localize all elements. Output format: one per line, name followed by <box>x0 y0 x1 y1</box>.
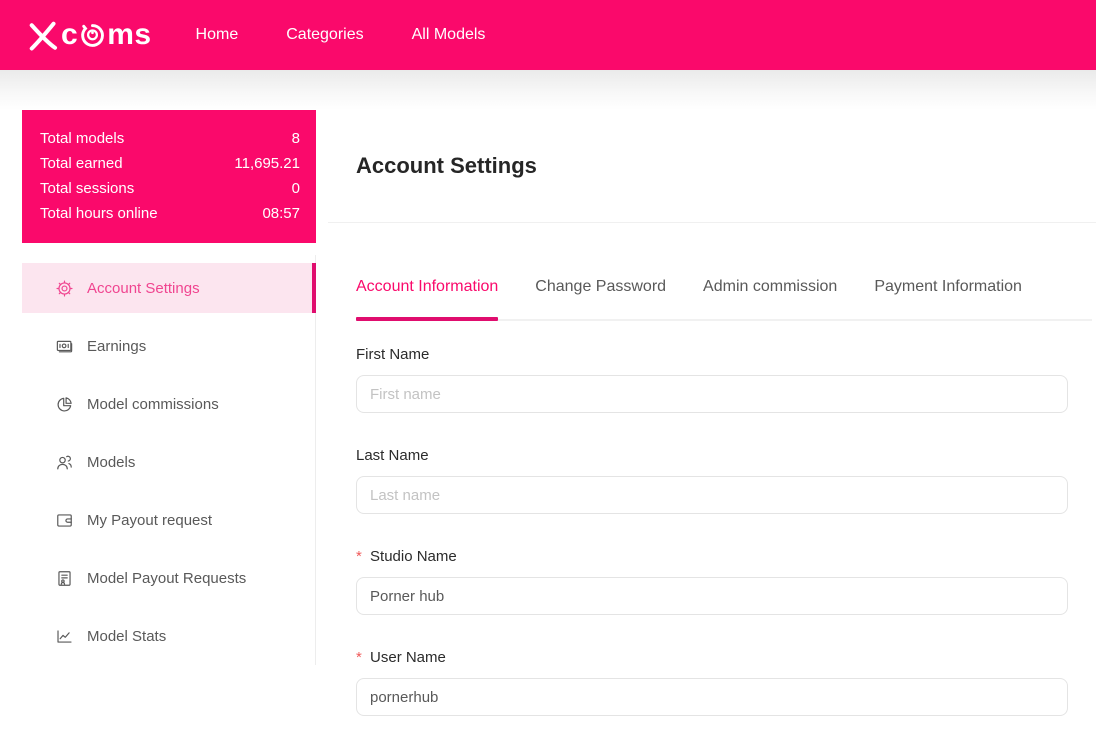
tab-payment-information[interactable]: Payment Information <box>874 270 1022 319</box>
nav-categories[interactable]: Categories <box>286 26 363 44</box>
sidebar-item-model-commissions[interactable]: Model commissions <box>22 379 316 429</box>
gear-icon <box>55 279 74 298</box>
label-text: User Name <box>370 649 446 666</box>
people-icon <box>55 453 74 472</box>
stat-total-sessions: Total sessions 0 <box>40 176 300 201</box>
tab-label: Change Password <box>535 278 667 295</box>
required-asterisk: * <box>356 649 362 666</box>
field-first-name: First Name <box>356 346 1068 413</box>
tab-label: Admin commission <box>703 278 838 295</box>
wallet-icon <box>55 511 74 530</box>
sidebar-item-label: My Payout request <box>87 511 213 529</box>
first-name-input[interactable] <box>356 375 1068 413</box>
studio-name-input[interactable] <box>356 577 1068 615</box>
pie-chart-icon <box>55 395 74 414</box>
sidebar-menu: Account Settings Earnings Model commissi… <box>0 255 316 665</box>
sidebar-item-account-settings[interactable]: Account Settings <box>22 263 316 313</box>
label-text: Last Name <box>356 447 429 464</box>
stat-value: 0 <box>291 180 300 197</box>
stat-value: 8 <box>291 130 300 147</box>
account-information-form: First Name Last Name * Studio Name * Use… <box>356 346 1068 738</box>
banknote-icon <box>55 337 74 356</box>
field-user-name: * User Name <box>356 649 1068 716</box>
document-person-icon <box>55 569 74 588</box>
main-content: Account Settings Account Information Cha… <box>328 110 1096 738</box>
user-name-label: * User Name <box>356 649 1068 666</box>
sidebar-item-model-payout-requests[interactable]: Model Payout Requests <box>22 553 316 603</box>
sidebar-item-model-stats[interactable]: Model Stats <box>22 611 316 661</box>
sidebar-item-label: Earnings <box>87 337 147 355</box>
nav-home[interactable]: Home <box>196 26 239 44</box>
stat-label: Total earned <box>40 155 123 172</box>
tab-change-password[interactable]: Change Password <box>535 270 666 319</box>
stat-total-earned: Total earned 11,695.21 <box>40 151 300 176</box>
sidebar-item-label: Models <box>87 453 136 471</box>
sidebar-item-label: Model Payout Requests <box>87 569 247 587</box>
active-tab-indicator <box>356 317 499 321</box>
logo-text-c: c <box>61 18 79 51</box>
studio-name-label: * Studio Name <box>356 548 1068 565</box>
nav-all-models[interactable]: All Models <box>412 26 486 44</box>
sidebar-item-models[interactable]: Models <box>22 437 316 487</box>
logo-x-icon <box>25 17 61 53</box>
stat-label: Total sessions <box>40 180 135 197</box>
sidebar-item-my-payout-request[interactable]: My Payout request <box>22 495 316 545</box>
field-last-name: Last Name <box>356 447 1068 514</box>
user-name-input[interactable] <box>356 678 1068 716</box>
stat-label: Total models <box>40 130 125 147</box>
top-navbar: c ms Home Categories All Models <box>0 0 1096 70</box>
tab-admin-commission[interactable]: Admin commission <box>703 270 837 319</box>
page-title: Account Settings <box>356 153 537 178</box>
stat-label: Total hours online <box>40 205 158 222</box>
label-text: First Name <box>356 346 430 363</box>
brand-logo[interactable]: c ms <box>0 17 152 53</box>
first-name-label: First Name <box>356 346 1068 363</box>
stat-value: 11,695.21 <box>234 155 300 172</box>
sidebar-item-earnings[interactable]: Earnings <box>22 321 316 371</box>
page-header: Account Settings <box>328 110 1096 223</box>
line-chart-icon <box>55 627 74 646</box>
stat-total-models: Total models 8 <box>40 126 300 151</box>
label-text: Studio Name <box>370 548 457 565</box>
logo-cam-icon <box>79 22 106 49</box>
navbar-links: Home Categories All Models <box>196 26 486 44</box>
tab-bar: Account Information Change Password Admi… <box>356 270 1092 321</box>
last-name-label: Last Name <box>356 447 1068 464</box>
logo-text-ms: ms <box>107 18 152 51</box>
tab-label: Account Information <box>356 278 499 295</box>
stat-total-hours-online: Total hours online 08:57 <box>40 201 300 226</box>
field-studio-name: * Studio Name <box>356 548 1068 615</box>
header-shadow-strip <box>0 70 1096 110</box>
totals-panel: Total models 8 Total earned 11,695.21 To… <box>22 110 316 243</box>
tab-account-information[interactable]: Account Information <box>356 270 499 321</box>
stat-value: 08:57 <box>262 205 300 222</box>
sidebar-item-label: Account Settings <box>87 279 200 297</box>
sidebar-item-label: Model commissions <box>87 395 219 413</box>
last-name-input[interactable] <box>356 476 1068 514</box>
tab-label: Payment Information <box>874 278 1022 295</box>
required-asterisk: * <box>356 548 362 565</box>
sidebar-item-label: Model Stats <box>87 627 167 645</box>
